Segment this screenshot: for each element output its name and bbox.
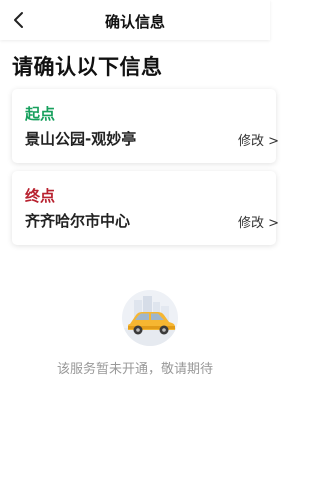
end-location-card[interactable]: 终点 齐齐哈尔市中心 修改 > — [12, 171, 279, 245]
taxi-car-illustration — [120, 288, 180, 348]
confirm-headline: 请确认以下信息 — [12, 55, 163, 79]
end-label: 终点 — [25, 187, 56, 205]
end-location-value: 齐齐哈尔市中心 — [25, 212, 131, 230]
start-label: 起点 — [25, 105, 56, 123]
edit-end-button[interactable]: 修改 > — [238, 212, 279, 231]
page-title: 确认信息 — [104, 13, 165, 31]
top-bar: 确认信息 — [0, 0, 270, 40]
start-location-card[interactable]: 起点 景山公园-观妙亭 修改 > — [12, 89, 279, 163]
start-location-value: 景山公园-观妙亭 — [25, 130, 137, 148]
service-unavailable-message: 该服务暂未开通，敬请期待 — [56, 362, 213, 377]
edit-start-button[interactable]: 修改 > — [238, 130, 279, 149]
